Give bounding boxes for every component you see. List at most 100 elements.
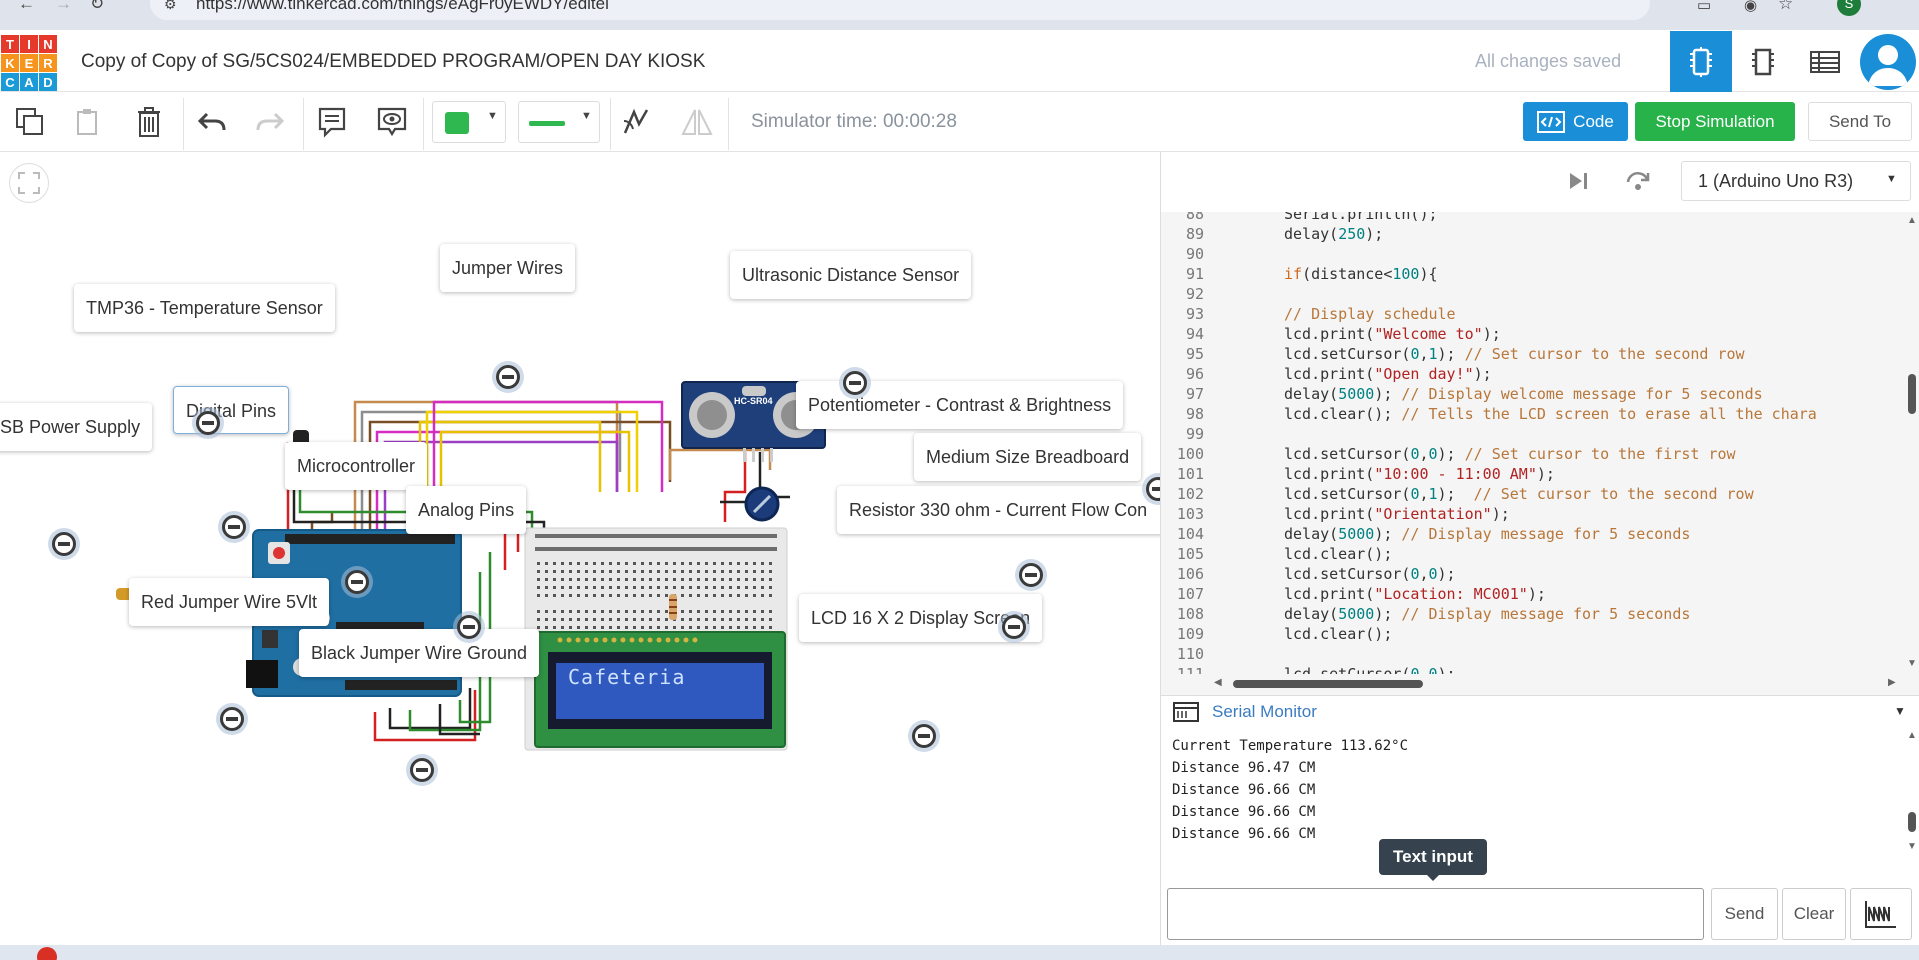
code-line[interactable]: 100 lcd.setCursor(0,0); // Set cursor to …: [1161, 444, 1904, 464]
device-select[interactable]: 1 (Arduino Uno R3) ▼: [1681, 161, 1911, 201]
redo-button[interactable]: [250, 101, 290, 143]
serial-scrollbar[interactable]: ▲ ▼: [1904, 728, 1919, 856]
code-line[interactable]: 91 if(distance<100){: [1161, 264, 1904, 284]
circuit-canvas[interactable]: Cafeteria HC-SR04 TMP36 - Temperature Se…: [0, 152, 1160, 945]
serial-text-input[interactable]: [1167, 888, 1704, 940]
collapse-note-pin[interactable]: [457, 615, 481, 639]
schematic-view-button[interactable]: [1732, 31, 1794, 92]
code-line[interactable]: 88 Serial.println();: [1161, 212, 1904, 224]
code-line[interactable]: 110: [1161, 644, 1904, 664]
code-line[interactable]: 108 delay(5000); // Display message for 5…: [1161, 604, 1904, 624]
undo-button[interactable]: [192, 101, 232, 143]
project-title[interactable]: Copy of Copy of SG/5CS024/EMBEDDED PROGR…: [81, 51, 705, 73]
code-horizontal-scrollbar[interactable]: ◀ ▶: [1161, 674, 1919, 695]
chevron-down-icon[interactable]: ▼: [1894, 704, 1906, 718]
code-editor[interactable]: 88 Serial.println(); 89 delay(250); 90 91 if(d…: [1161, 212, 1904, 674]
eye-off-icon[interactable]: ◉: [1744, 0, 1757, 14]
scroll-left-icon[interactable]: ◀: [1214, 677, 1222, 688]
scroll-up-icon[interactable]: ▲: [1907, 730, 1917, 741]
label-tmp36[interactable]: TMP36 - Temperature Sensor: [74, 284, 335, 332]
code-line[interactable]: 90: [1161, 244, 1904, 264]
delete-button[interactable]: [129, 101, 169, 143]
wire-style-picker[interactable]: ▼: [518, 101, 600, 143]
screen-cast-icon[interactable]: ▭: [1697, 0, 1711, 14]
code-line[interactable]: 99: [1161, 424, 1904, 444]
code-line[interactable]: 97 delay(5000); // Display welcome messag…: [1161, 384, 1904, 404]
notes-button[interactable]: [312, 101, 352, 143]
label-black-jumper-wire[interactable]: Black Jumper Wire Ground: [299, 629, 540, 677]
code-line[interactable]: 93 // Display schedule: [1161, 304, 1904, 324]
code-line[interactable]: 92: [1161, 284, 1904, 304]
collapse-note-pin[interactable]: [496, 365, 520, 389]
label-breadboard[interactable]: Medium Size Breadboard: [914, 433, 1142, 481]
code-line[interactable]: 89 delay(250);: [1161, 224, 1904, 244]
pen-tool-button[interactable]: [616, 101, 656, 143]
collapse-note-pin[interactable]: [220, 707, 244, 731]
code-line[interactable]: 102 lcd.setCursor(0,1); // Set cursor to …: [1161, 484, 1904, 504]
collapse-note-pin[interactable]: [1002, 615, 1026, 639]
bookmark-star-icon[interactable]: ☆: [1778, 0, 1793, 14]
code-line[interactable]: 111 lcd.setCursor(0,0);: [1161, 664, 1904, 674]
scroll-down-icon[interactable]: ▼: [1907, 841, 1917, 852]
code-vertical-scrollbar[interactable]: ▲ ▼: [1904, 212, 1919, 674]
stop-simulation-button[interactable]: Stop Simulation: [1635, 102, 1795, 141]
code-line[interactable]: 94 lcd.print("Welcome to");: [1161, 324, 1904, 344]
paste-button[interactable]: [68, 101, 108, 143]
serial-clear-button[interactable]: Clear: [1782, 888, 1846, 940]
code-line[interactable]: 96 lcd.print("Open day!");: [1161, 364, 1904, 384]
copy-button[interactable]: [10, 101, 50, 143]
line-number: 88: [1185, 212, 1204, 223]
collapse-note-pin[interactable]: [52, 532, 76, 556]
code-hscroll-thumb[interactable]: [1233, 680, 1423, 688]
user-account-button[interactable]: [1857, 31, 1919, 92]
collapse-note-pin[interactable]: [843, 371, 867, 395]
send-to-button[interactable]: Send To: [1808, 102, 1912, 141]
back-icon[interactable]: ←: [18, 0, 35, 14]
code-line[interactable]: 107 lcd.print("Location: MC001");: [1161, 584, 1904, 604]
serial-scroll-thumb[interactable]: [1908, 812, 1916, 832]
label-analog-pins[interactable]: Analog Pins: [406, 486, 527, 534]
scroll-right-icon[interactable]: ▶: [1888, 677, 1896, 688]
code-line[interactable]: 104 delay(5000); // Display message for 5…: [1161, 524, 1904, 544]
serial-graph-button[interactable]: [1850, 888, 1912, 940]
serial-send-button[interactable]: Send: [1711, 888, 1778, 940]
component-list-button[interactable]: [1794, 31, 1856, 92]
visibility-button[interactable]: [372, 101, 412, 143]
code-line[interactable]: 95 lcd.setCursor(0,1); // Set cursor to t…: [1161, 344, 1904, 364]
code-line[interactable]: 101 lcd.print("10:00 - 11:00 AM");: [1161, 464, 1904, 484]
label-jumper-wires[interactable]: Jumper Wires: [440, 244, 576, 292]
code-line[interactable]: 98 lcd.clear(); // Tells the LCD screen t…: [1161, 404, 1904, 424]
forward-icon[interactable]: →: [55, 0, 72, 14]
label-red-jumper-wire[interactable]: Red Jumper Wire 5Vlt: [129, 578, 330, 626]
site-info-icon[interactable]: ⚙: [164, 0, 177, 13]
collapse-note-pin[interactable]: [1019, 563, 1043, 587]
profile-avatar[interactable]: S: [1837, 0, 1861, 16]
serial-monitor-header[interactable]: Serial Monitor ▼: [1161, 695, 1919, 728]
collapse-note-pin[interactable]: [912, 724, 936, 748]
step-button[interactable]: [1567, 170, 1589, 197]
code-button[interactable]: Code: [1523, 102, 1628, 141]
code-line[interactable]: 109 lcd.clear();: [1161, 624, 1904, 644]
collapse-note-pin[interactable]: [345, 570, 369, 594]
label-microcontroller[interactable]: Microcontroller: [285, 442, 428, 490]
label-ultrasonic-sensor[interactable]: Ultrasonic Distance Sensor: [730, 251, 972, 299]
label-usb-power-supply[interactable]: SB Power Supply: [0, 403, 153, 451]
circuit-view-button[interactable]: [1670, 31, 1732, 92]
label-digital-pins[interactable]: Digital Pins: [173, 386, 290, 434]
code-scroll-thumb[interactable]: [1908, 374, 1916, 414]
step-over-button[interactable]: [1625, 168, 1651, 197]
tinkercad-logo[interactable]: TIN KER CAD: [1, 35, 57, 91]
collapse-note-pin[interactable]: [222, 515, 246, 539]
collapse-note-pin[interactable]: [410, 758, 434, 782]
color-picker[interactable]: ▼: [432, 101, 506, 143]
scroll-up-icon[interactable]: ▲: [1907, 215, 1917, 226]
code-line[interactable]: 105 lcd.clear();: [1161, 544, 1904, 564]
code-line[interactable]: 103 lcd.print("Orientation");: [1161, 504, 1904, 524]
code-line[interactable]: 106 lcd.setCursor(0,0);: [1161, 564, 1904, 584]
weather-icon[interactable]: [37, 947, 57, 960]
scroll-down-icon[interactable]: ▼: [1907, 658, 1917, 669]
reload-icon[interactable]: ↻: [90, 0, 104, 14]
collapse-note-pin[interactable]: [196, 411, 220, 435]
mirror-button[interactable]: [677, 101, 717, 143]
label-resistor[interactable]: Resistor 330 ohm - Current Flow Con: [837, 486, 1160, 534]
